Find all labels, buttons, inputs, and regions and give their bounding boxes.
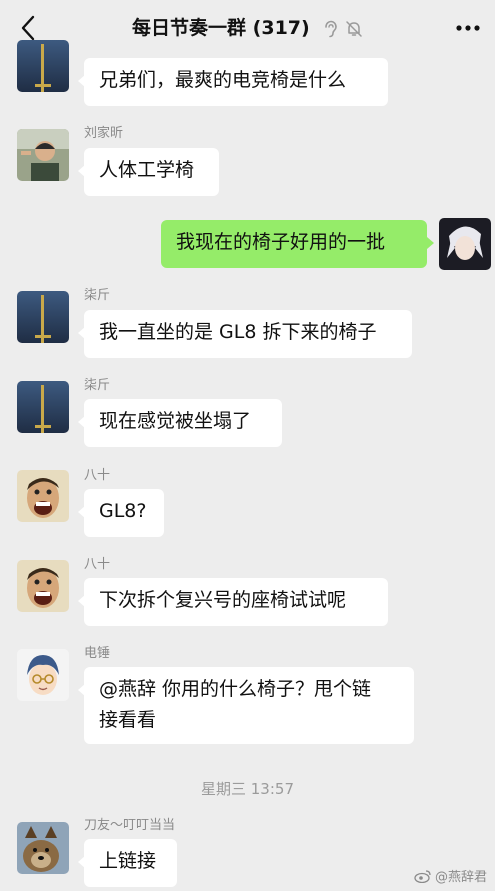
chat-header: 每日节奏一群 (317) [0,0,495,54]
message-bubble[interactable]: 我一直坐的是 GL8 拆下来的椅子 [78,310,412,358]
sender-name: 八十 [84,557,111,572]
chat-timestamp: 星期三 13:57 [201,780,294,798]
sender-name: 八十 [84,468,111,483]
avatar-bashi[interactable] [17,560,69,612]
message-text: 兄弟们，最爽的电竞椅是什么 [99,69,347,91]
chat-title: 每日节奏一群 (317) [0,14,495,43]
avatar-qijin[interactable] [17,381,69,433]
message-text: 我现在的椅子好用的一批 [176,231,386,253]
sender-name: 刘家昕 [84,126,124,141]
message-text-line: 接看看 [99,709,157,731]
avatar-daoyou[interactable] [17,822,69,874]
weibo-icon [414,869,431,883]
chat-title-text: 每日节奏一群 (317) [132,17,310,39]
message-text: GL8? [99,500,147,522]
message-text: 现在感觉被坐塌了 [99,410,252,432]
avatar-qijin[interactable] [17,40,69,92]
weibo-watermark: @燕辞君 [414,866,487,885]
message-text: 下次拆个复兴号的座椅试试呢 [99,589,347,611]
avatar-self[interactable] [439,218,491,270]
message-bubble[interactable]: 下次拆个复兴号的座椅试试呢 [78,578,388,626]
avatar-dianchui[interactable] [17,649,69,701]
message-text: 上链接 [99,850,157,872]
message-bubble[interactable]: 现在感觉被坐塌了 [78,399,282,447]
ear-icon [325,20,338,38]
sender-name: 柒斤 [84,288,111,303]
message-text: 我一直坐的是 GL8 拆下来的椅子 [99,321,377,343]
mute-bell-icon [346,21,362,37]
message-text-line: @燕辞 你用的什么椅子？甩个链 [99,678,372,700]
more-options-button[interactable] [453,14,483,42]
message-bubble-self[interactable]: 我现在的椅子好用的一批 [161,220,434,268]
sender-name: 电锤 [84,646,111,661]
avatar-qijin[interactable] [17,291,69,343]
message-bubble[interactable]: 上链接 [78,839,177,887]
message-text: 人体工学椅 [99,159,195,181]
avatar-liujiaxin[interactable] [17,129,69,181]
message-bubble[interactable]: @燕辞 你用的什么椅子？甩个链 接看看 [78,667,414,744]
watermark-text: @燕辞君 [434,870,487,885]
message-bubble[interactable]: 人体工学椅 [78,148,219,196]
message-bubble[interactable]: 兄弟们，最爽的电竞椅是什么 [78,58,388,106]
message-bubble[interactable]: GL8? [78,489,164,537]
sender-name: 柒斤 [84,378,111,393]
sender-name: 刀友～叮叮当当 [84,818,176,833]
more-dots-icon [456,25,480,31]
avatar-bashi[interactable] [17,470,69,522]
